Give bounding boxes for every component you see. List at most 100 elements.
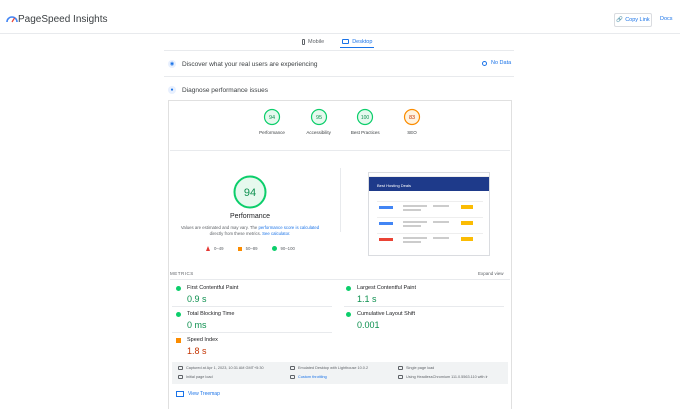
- see-calculator-link[interactable]: See calculator.: [262, 231, 290, 236]
- screenshot-row: [377, 233, 483, 247]
- crux-section-header[interactable]: ◉ Discover what your real users are expe…: [168, 60, 317, 68]
- page-screenshot[interactable]: Best Hosting Deals: [368, 172, 490, 256]
- score-label: SEO: [407, 130, 417, 135]
- brand-title[interactable]: PageSpeed Insights: [18, 14, 108, 25]
- mobile-icon: [302, 39, 305, 45]
- score-performance[interactable]: 94 Performance: [252, 108, 292, 142]
- score-label: Performance: [259, 130, 285, 135]
- metric-divider: [172, 332, 332, 333]
- hourglass-icon: [178, 375, 183, 379]
- chromium-version: Using HeadlessChromium 111.0.5563.110 wi…: [398, 375, 488, 379]
- screenshot-row: [377, 201, 483, 215]
- metric-divider: [344, 306, 504, 307]
- no-data-label: No Data: [491, 60, 512, 66]
- copy-link-button[interactable]: 🔗 Copy Link: [614, 13, 652, 27]
- tab-desktop-label: Desktop: [352, 38, 373, 45]
- legend-label: 0–49: [214, 246, 224, 251]
- metric-name: Total Blocking Time: [187, 311, 235, 317]
- crux-title: Discover what your real users are experi…: [182, 60, 318, 68]
- diagnose-section-header: ● Diagnose performance issues: [168, 86, 268, 94]
- single-load-text: Single page load: [406, 366, 435, 370]
- triangle-icon: [206, 246, 210, 251]
- tab-mobile-label: Mobile: [308, 39, 325, 45]
- throttling-link[interactable]: Custom throttling: [298, 375, 327, 379]
- metric-name: Cumulative Layout Shift: [357, 311, 416, 317]
- desktop-icon: [342, 39, 350, 44]
- average-status-icon: [176, 337, 181, 343]
- tab-mobile[interactable]: Mobile: [300, 36, 326, 48]
- metric-tbt: Total Blocking Time 0 ms: [176, 311, 316, 330]
- tabs-divider: [164, 50, 514, 51]
- view-treemap-button[interactable]: View Treemap: [176, 391, 220, 397]
- legend-average: 50–89: [237, 246, 258, 251]
- svg-text:94: 94: [269, 115, 275, 121]
- svg-text:95: 95: [316, 115, 322, 121]
- single-page-load: Single page load: [398, 366, 434, 370]
- metric-value: 0.001: [357, 320, 380, 330]
- chromium-text: Using HeadlessChromium 111.0.5563.110 wi…: [406, 375, 488, 379]
- vertical-separator: [340, 168, 341, 232]
- metrics-divider: [170, 279, 510, 280]
- metric-value: 0 ms: [187, 320, 207, 330]
- svg-text:100: 100: [361, 115, 370, 121]
- score-label: Accessibility: [306, 130, 331, 135]
- performance-gauge: 94: [233, 175, 267, 209]
- initial-load-text: Initial page load: [186, 375, 213, 379]
- docs-link[interactable]: Docs: [660, 16, 673, 22]
- timer-icon: [398, 366, 403, 370]
- top-bar: PageSpeed Insights 🔗 Copy Link Docs: [0, 0, 680, 34]
- desktop-icon: [290, 366, 295, 370]
- metric-value: 1.1 s: [357, 294, 377, 304]
- good-status-icon: [176, 311, 181, 317]
- score-best-practices[interactable]: 100 Best Practices: [345, 108, 385, 142]
- metric-name: Largest Contentful Paint: [357, 285, 417, 291]
- metric-name: Speed Index: [187, 337, 218, 343]
- metric-value: 1.8 s: [187, 346, 207, 356]
- gauge-performance: 94: [263, 108, 281, 126]
- legend-good: 90–100: [271, 246, 295, 251]
- screenshot-row: [377, 217, 483, 231]
- expand-view-toggle[interactable]: Expand view: [478, 271, 504, 276]
- score-calc-link[interactable]: performance score is calculated: [258, 225, 319, 230]
- browser-icon: [398, 375, 403, 379]
- run-info-box: Captured at Apr 1, 2023, 10:31 AM GMT+5:…: [172, 362, 508, 384]
- metric-speed-index: Speed Index 1.8 s: [176, 337, 316, 356]
- score-label: Best Practices: [350, 130, 380, 135]
- metric-fcp: First Contentful Paint 0.9 s: [176, 285, 316, 304]
- link-icon: 🔗: [616, 17, 624, 23]
- lighthouse-icon: ●: [168, 86, 176, 94]
- info-icon: [482, 60, 487, 66]
- section-divider: [164, 76, 514, 77]
- note-text: Values are estimated and may vary. The: [180, 225, 259, 230]
- circle-icon: [271, 246, 277, 251]
- screenshot-hero-title: Best Hosting Deals: [377, 183, 412, 188]
- throttling: Custom throttling: [290, 375, 327, 379]
- metric-lcp: Largest Contentful Paint 1.1 s: [346, 285, 486, 304]
- initial-page-load: Initial page load: [178, 375, 213, 379]
- score-seo[interactable]: 83 SEO: [392, 108, 432, 142]
- good-status-icon: [346, 311, 351, 317]
- metric-cls: Cumulative Layout Shift 0.001: [346, 311, 486, 330]
- legend-label: 50–89: [245, 246, 258, 251]
- crux-no-data: No Data: [482, 60, 511, 66]
- view-treemap-label: View Treemap: [188, 391, 220, 397]
- score-legend: 0–49 50–89 90–100: [206, 246, 295, 251]
- tab-desktop[interactable]: Desktop: [340, 36, 375, 48]
- legend-label: 90–100: [280, 246, 295, 251]
- good-status-icon: [176, 285, 181, 291]
- emulated-text: Emulated Desktop with Lighthouse 10.0.2: [298, 366, 369, 370]
- card-divider: [170, 150, 510, 151]
- gauge-best-practices: 100: [357, 108, 374, 126]
- score-accessibility[interactable]: 95 Accessibility: [299, 108, 339, 142]
- metric-name: First Contentful Paint: [187, 285, 239, 291]
- calendar-icon: [178, 366, 183, 370]
- gauge-seo: 83: [403, 108, 421, 126]
- captured-text: Captured at Apr 1, 2023, 10:31 AM GMT+5:…: [186, 366, 264, 370]
- square-icon: [237, 246, 242, 251]
- device-tabs: Mobile Desktop: [300, 36, 375, 50]
- captured-at: Captured at Apr 1, 2023, 10:31 AM GMT+5:…: [178, 366, 264, 370]
- gauge-accessibility: 95: [310, 108, 327, 126]
- metric-divider: [172, 306, 332, 307]
- svg-text:94: 94: [244, 187, 256, 199]
- diagnose-title: Diagnose performance issues: [182, 86, 268, 94]
